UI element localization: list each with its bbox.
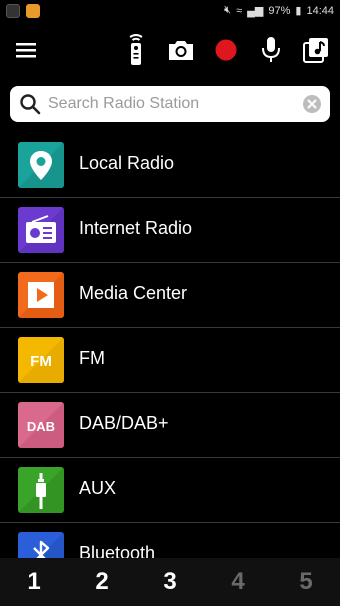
svg-text:FM: FM (30, 353, 52, 370)
list-item-label: AUX (79, 478, 117, 498)
list-item-bluetooth[interactable]: Bluetooth (0, 523, 340, 558)
preset-5-button[interactable]: 5 (272, 558, 340, 606)
remote-button[interactable] (118, 32, 154, 68)
notification-icon (6, 4, 20, 18)
search-input[interactable] (48, 91, 298, 117)
record-button[interactable] (208, 32, 244, 68)
preset-3-button[interactable]: 3 (136, 558, 204, 606)
battery-icon: ▮ (295, 5, 302, 17)
fm-icon: FM (18, 337, 64, 383)
music-library-icon (303, 38, 328, 63)
music-library-button[interactable] (298, 32, 334, 68)
list-item-media-center[interactable]: Media Center (0, 263, 340, 328)
list-item-label: Media Center (79, 283, 188, 303)
source-list: Local Radio Internet Radio Media Center … (0, 133, 340, 558)
preset-1-button[interactable]: 1 (0, 558, 68, 606)
camera-icon (169, 41, 193, 60)
list-item-label: Local Radio (79, 153, 175, 173)
bluetooth-icon (18, 532, 64, 558)
signal-icon: ▄▆ (247, 5, 264, 17)
preset-bar: 1 2 3 4 5 (0, 558, 340, 606)
list-item-internet-radio[interactable]: Internet Radio (0, 198, 340, 263)
record-icon (215, 39, 237, 61)
menu-icon (16, 43, 36, 58)
preset-4-button[interactable]: 4 (204, 558, 272, 606)
microphone-button[interactable] (253, 32, 289, 68)
search-bar (10, 86, 330, 122)
toolbar (0, 22, 340, 78)
remote-icon (129, 34, 143, 65)
clear-search-icon[interactable] (302, 94, 322, 114)
battery-text: 97% (268, 4, 291, 17)
search-icon (20, 94, 41, 115)
dab-icon: DAB (18, 402, 64, 448)
location-pin-icon (18, 142, 64, 188)
aux-cable-icon (18, 467, 64, 513)
microphone-icon (262, 37, 280, 62)
list-item-aux[interactable]: AUX (0, 458, 340, 523)
menu-button[interactable] (8, 32, 44, 68)
list-item-dab[interactable]: DAB DAB/DAB+ (0, 393, 340, 458)
radio-icon (18, 207, 64, 253)
svg-text:DAB: DAB (27, 419, 55, 434)
app-notification-icon (26, 4, 40, 18)
list-item-label: DAB/DAB+ (79, 413, 169, 433)
list-item-fm[interactable]: FM FM (0, 328, 340, 393)
clock: 14:44 (306, 4, 334, 17)
mute-icon: 🔇︎ (224, 4, 232, 16)
list-item-label: FM (79, 348, 105, 368)
play-icon (18, 272, 64, 318)
list-item-label: Bluetooth (79, 543, 156, 558)
preset-2-button[interactable]: 2 (68, 558, 136, 606)
camera-button[interactable] (163, 32, 199, 68)
list-item-label: Internet Radio (79, 218, 193, 238)
status-bar: 🔇︎ ≈ ▄▆ 97% ▮ 14:44 (0, 0, 340, 22)
list-item-local-radio[interactable]: Local Radio (0, 133, 340, 198)
wifi-icon: ≈ (236, 4, 243, 17)
